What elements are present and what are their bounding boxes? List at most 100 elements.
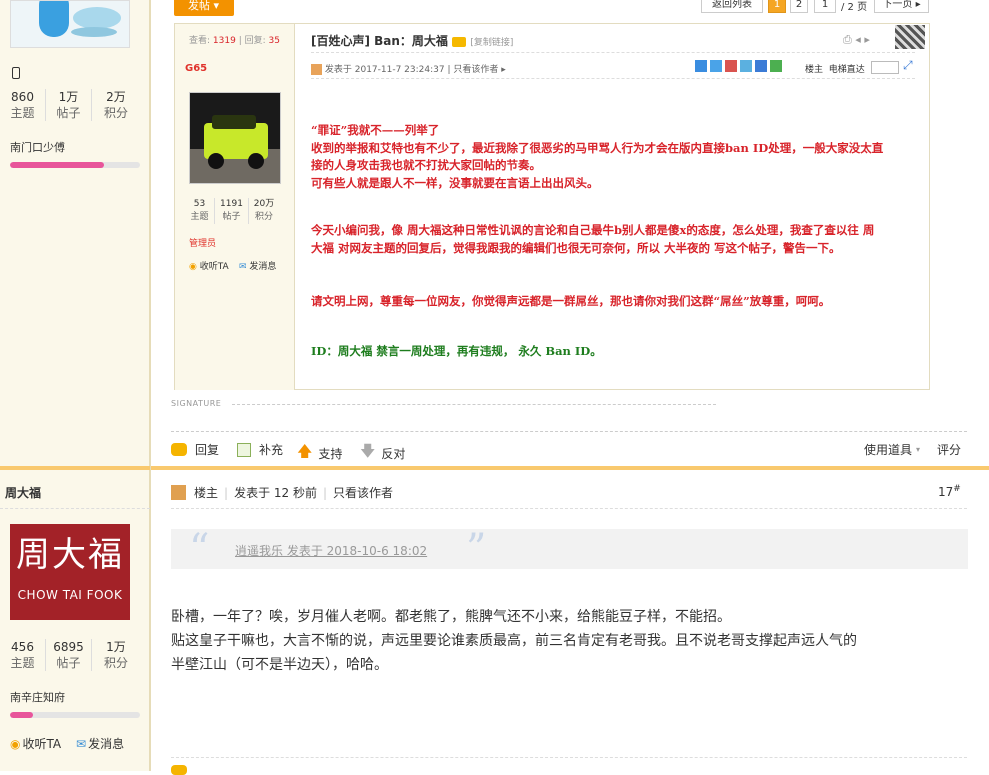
page-total: / 2 页 (841, 2, 868, 13)
thumb-down-icon: 🡇 (360, 442, 376, 460)
reply-action[interactable]: 回复 (171, 441, 219, 458)
stat-value[interactable]: 1万 (46, 89, 91, 105)
thread-title: [百姓心声] Ban：周大福 [复制链接] (311, 34, 514, 48)
chevron-down-icon: ▾ (916, 445, 921, 454)
quote-source-link[interactable]: 逍遥我乐 发表于 2018-10-6 18:02 (235, 542, 427, 559)
stat-label: 主题 (10, 106, 35, 120)
jump-input (871, 61, 899, 74)
stat-label: 主题 (190, 212, 209, 222)
body-line: ID：周大福 禁言一周处理，再有违规， 永久 Ban ID。 (311, 343, 602, 358)
bottom-divider (171, 757, 967, 758)
view-count: 查看: 1319 | 回复: 35 (189, 36, 280, 46)
stat-value[interactable]: 1万 (92, 639, 140, 655)
stat-value[interactable]: 456 (0, 639, 45, 655)
inner-meta-divider (311, 78, 915, 79)
stat-label: 帖子 (222, 212, 241, 222)
signature-label: SIGNATURE (171, 399, 222, 408)
body-line: 请文明上网，尊重每一位网友，你觉得声远都是一群屌丝，那也请你对我们这群“屌丝”放… (311, 294, 831, 308)
inner-post-meta: 发表于 2017-11-7 23:24:37 | 只看该作者 ▸ (311, 62, 506, 75)
stat-value: 53 (193, 199, 206, 209)
stat-label: 帖子 (56, 106, 81, 120)
page-1: 1 (768, 0, 786, 13)
stat-label: 积分 (103, 656, 128, 670)
floor-icon (171, 485, 186, 500)
stat-label: 积分 (103, 106, 128, 120)
poster-stats: 53 主题 1191 帖子 20万积分 (185, 198, 279, 224)
second-post-body: 卧槽，一年了？唉，岁月催人老啊。都老熊了，熊脾气还不小来，给熊能豆子样，不能招。… (171, 605, 961, 677)
user-rank: 南辛庄知府 (10, 691, 65, 704)
signature-divider (232, 404, 716, 405)
stat-value[interactable]: 6895 (46, 639, 91, 655)
column-divider (150, 0, 151, 771)
follow-button[interactable]: ◉ 收听TA (10, 735, 61, 752)
page-2: 2 (790, 0, 808, 13)
body-line: 贴这皇子干嘛也，大言不惭的说，声远里要论谁素质最高，前三名肯定有老哥我。且不说老… (171, 633, 857, 649)
avatar[interactable]: 周大福 CHOW TAI FOOK (10, 524, 130, 620)
avatar-logo-en: CHOW TAI FOOK (17, 588, 123, 602)
post-divider (311, 52, 915, 53)
back-to-list: 返回列表 (701, 0, 763, 13)
top-user-sidebar: 860 主题 1万 帖子 2万 积分 南门口少傅 (0, 0, 150, 468)
edit-icon (237, 442, 251, 457)
support-action[interactable]: 🡅 支持 (297, 441, 342, 466)
inner-toolbar-icons (695, 60, 782, 72)
body-line: “罪证”我就不——列举了 (311, 123, 440, 137)
poster-message: ✉ 发消息 (239, 262, 277, 272)
rate-action[interactable]: 评分 (937, 441, 961, 458)
avatar-logo-cn: 周大福 (16, 535, 124, 575)
actions-divider (171, 431, 967, 432)
mail-icon: ✉ (76, 736, 87, 751)
meta-divider (171, 508, 967, 509)
body-line: 接的人身攻击我也就不打扰大家回帖的节奏。 (311, 158, 541, 172)
avatar[interactable] (10, 0, 130, 48)
inner-post-body: “罪证”我就不——列举了 收到的举报和艾特也有不少了，最近我除了很恶劣的马甲骂人… (311, 122, 921, 360)
stat-value: 20万 (253, 199, 275, 209)
next-page: 下一页 ▸ (874, 0, 929, 13)
body-line: 今天小编问我，像 周大福这种日常性讥讽的言论和自己最牛b别人都是傻x的态度，怎么… (311, 223, 875, 237)
body-line: 卧槽，一年了？唉，岁月催人老啊。都老熊了，熊脾气还不小来，给熊能豆子样，不能招。 (171, 609, 731, 625)
supplement-action[interactable]: 补充 (237, 441, 283, 458)
second-user-sidebar: 周大福 周大福 CHOW TAI FOOK 456 主题 6895 帖子 1万 积分 … (0, 470, 150, 771)
thumb-up-icon: 🡅 (297, 442, 313, 460)
poster-name: G65 (185, 63, 208, 74)
rank-progress (10, 712, 140, 718)
body-line: 大福 对网友主题的回复后，觉得我跟我的编辑们也很无可奈何，所以 大半夜的 写这个… (311, 240, 841, 255)
body-line: 可有些人就是跟人不一样，没事就要在言语上出出风头。 (311, 175, 599, 190)
rank-progress (10, 162, 140, 168)
qr-code-icon (895, 25, 925, 49)
inner-floor-jump: 楼主 电梯直达 (805, 65, 865, 75)
username[interactable]: 周大福 (5, 484, 41, 501)
user-rank: 南门口少傅 (10, 141, 65, 154)
stat-value[interactable]: 860 (0, 89, 45, 105)
poster-avatar (189, 92, 281, 184)
body-line: 半壁江山（可不是半边天），哈哈。 (171, 657, 388, 673)
floor-label: 楼主 (194, 486, 219, 500)
username-divider (0, 508, 150, 509)
jump-icon: ⤢ (903, 58, 913, 72)
user-stats: 860 主题 1万 帖子 2万 积分 (0, 89, 140, 121)
page-input: 1 (814, 0, 836, 13)
poster-follow: ◉ 收听TA (189, 262, 229, 272)
quote-open-icon: “ (189, 526, 210, 572)
post-time: 发表于 12 秒前 (234, 486, 317, 500)
second-post-meta: 楼主 | 发表于 12 秒前 | 只看该作者 (171, 484, 393, 501)
author-only-link[interactable]: 只看该作者 (333, 484, 393, 501)
reply-icon (171, 765, 187, 775)
body-line: 收到的举报和艾特也有不少了，最近我除了很恶劣的马甲骂人行为才会在版内直接ban … (311, 140, 884, 155)
poster-group: 管理员 (189, 239, 217, 249)
stat-label: 积分 (254, 212, 273, 222)
oppose-action[interactable]: 🡇 反对 (360, 441, 405, 466)
message-button[interactable]: ✉ 发消息 (76, 735, 124, 752)
stat-label: 主题 (10, 656, 35, 670)
floor-number[interactable]: 17# (938, 484, 961, 499)
reply-button: 发帖 ▾ (174, 0, 234, 16)
stat-value: 1191 (220, 199, 243, 209)
mobile-icon (12, 67, 20, 79)
user-stats: 456 主题 6895 帖子 1万 积分 (0, 639, 140, 671)
quote-close-icon: ” (466, 526, 487, 572)
follow-icon: ◉ (10, 736, 21, 751)
stat-value[interactable]: 2万 (92, 89, 140, 105)
quote-block: “ 逍遥我乐 发表于 2018-10-6 18:02 ” (171, 526, 968, 572)
tools-menu[interactable]: 使用道具 ▾ (864, 441, 920, 458)
reply-icon (171, 443, 187, 456)
